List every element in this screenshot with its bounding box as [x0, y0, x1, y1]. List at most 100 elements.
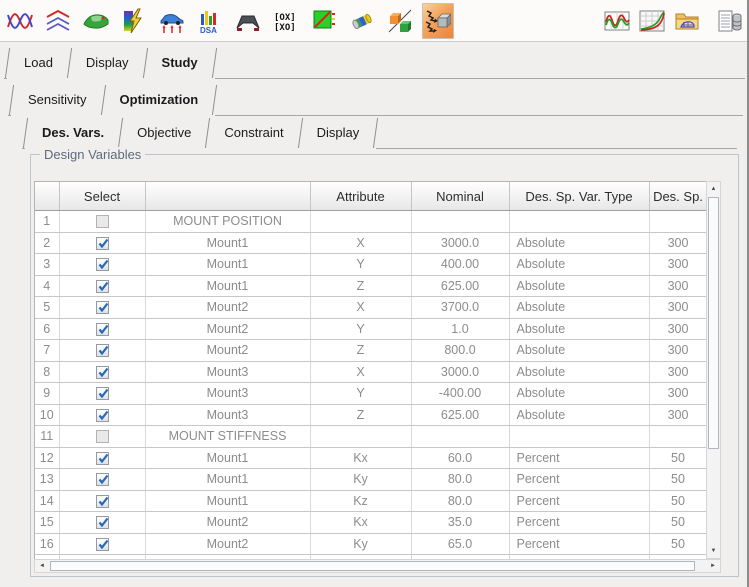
tool-link-cubes[interactable] [384, 3, 416, 39]
groupbox-title: Design Variables [40, 147, 145, 162]
nominal-cell [411, 426, 509, 448]
tab-objective[interactable]: Objective [121, 116, 207, 149]
select-checkbox[interactable] [96, 301, 109, 314]
tool-chevron-curves[interactable] [42, 3, 74, 39]
tab-constraint[interactable]: Constraint [208, 116, 299, 149]
row-number-cell: 4 [35, 275, 59, 297]
vertical-scrollbar[interactable]: ▲ ▼ [706, 181, 721, 559]
name-cell: Mount2 [145, 340, 310, 362]
select-checkbox[interactable] [96, 387, 109, 400]
name-cell: Mount2 [145, 512, 310, 534]
table-row: 5Mount2X3700.0Absolute300 [35, 297, 707, 319]
tool-wave-plot[interactable] [601, 3, 633, 39]
tool-spring-cube[interactable] [422, 3, 454, 39]
tab-display[interactable]: Display [301, 116, 376, 149]
cylinder-part-icon [349, 8, 375, 34]
select-checkbox[interactable] [96, 495, 109, 508]
tool-car-loads[interactable] [156, 3, 188, 39]
scroll-up-button[interactable]: ▲ [707, 182, 720, 196]
tab-optimization[interactable]: Optimization [104, 83, 215, 116]
tool-mount-bracket[interactable] [232, 3, 264, 39]
col-header-nominal: Nominal [411, 182, 509, 211]
table-row: 13Mount1Ky80.0Percent50 [35, 469, 707, 491]
dessp-cell: 300 [649, 404, 707, 426]
select-checkbox[interactable] [96, 473, 109, 486]
car-body-icon [83, 8, 109, 34]
row-number-cell: 1 [35, 211, 59, 233]
scroll-left-button[interactable]: ◄ [35, 560, 49, 572]
tool-car-body[interactable] [80, 3, 112, 39]
dessp-cell [649, 426, 707, 448]
mount-bracket-icon [235, 8, 261, 34]
dessp-cell: 300 [649, 318, 707, 340]
spring-cube-icon [425, 8, 451, 34]
toolbar-far-right-group [714, 3, 746, 39]
tool-results-folder[interactable] [671, 3, 703, 39]
power-lightning-icon [121, 8, 147, 34]
tool-dsa-bars[interactable]: DSA [194, 3, 226, 39]
tool-response-surface[interactable] [308, 3, 340, 39]
scroll-down-button[interactable]: ▼ [707, 544, 720, 558]
table-row: 11MOUNT STIFFNESS [35, 426, 707, 448]
horizontal-scroll-thumb[interactable] [50, 561, 695, 571]
oxxo-matrix-icon: [OX] [XO] [273, 8, 299, 34]
row-number-cell: 15 [35, 512, 59, 534]
tab-sensitivity[interactable]: Sensitivity [12, 83, 103, 116]
select-checkbox[interactable] [96, 516, 109, 529]
select-cell [59, 383, 145, 405]
toolbar-right-group [601, 3, 703, 39]
select-cell [59, 297, 145, 319]
select-cell [59, 318, 145, 340]
nominal-cell: 80.0 [411, 490, 509, 512]
tool-oxxo-matrix[interactable]: [OX] [XO] [270, 3, 302, 39]
horizontal-scrollbar[interactable]: ◄ ► [34, 559, 721, 573]
tab-row-tail [215, 46, 745, 79]
attribute-cell: Kx [310, 447, 411, 469]
tool-power-lightning[interactable] [118, 3, 150, 39]
name-cell: MOUNT POSITION [145, 211, 310, 233]
row-number-cell: 8 [35, 361, 59, 383]
select-checkbox[interactable] [96, 538, 109, 551]
col-header-attribute: Attribute [310, 182, 411, 211]
attribute-cell: Ky [310, 533, 411, 555]
select-cell [59, 447, 145, 469]
row-number-cell: 5 [35, 297, 59, 319]
vertical-scroll-thumb[interactable] [708, 197, 719, 449]
tab-display[interactable]: Display [70, 46, 145, 79]
tool-curve-compare[interactable] [4, 3, 36, 39]
select-checkbox[interactable] [96, 280, 109, 293]
name-cell: Mount1 [145, 232, 310, 254]
wave-plot-icon [604, 8, 630, 34]
row-number-cell: 13 [35, 469, 59, 491]
type-cell [509, 211, 649, 233]
response-surface-icon [311, 8, 337, 34]
tool-cylinder-part[interactable] [346, 3, 378, 39]
scroll-right-button[interactable]: ► [706, 560, 720, 572]
select-cell [59, 404, 145, 426]
col-header-des-sp-var-type: Des. Sp. Var. Type [509, 182, 649, 211]
name-cell: Mount1 [145, 254, 310, 276]
select-checkbox[interactable] [96, 452, 109, 465]
select-checkbox[interactable] [96, 323, 109, 336]
select-checkbox[interactable] [96, 237, 109, 250]
nominal-cell: 60.0 [411, 447, 509, 469]
table-row: 14Mount1Kz80.0Percent50 [35, 490, 707, 512]
row-number-cell: 2 [35, 232, 59, 254]
tab-load[interactable]: Load [8, 46, 69, 79]
select-cell [59, 490, 145, 512]
nominal-cell: 800.0 [411, 340, 509, 362]
select-checkbox[interactable] [96, 344, 109, 357]
tab-study[interactable]: Study [146, 46, 214, 79]
select-checkbox[interactable] [96, 366, 109, 379]
type-cell: Percent [509, 533, 649, 555]
tool-form-database[interactable] [714, 3, 746, 39]
select-cell [59, 232, 145, 254]
tab-row-tail [376, 116, 737, 149]
select-checkbox[interactable] [96, 409, 109, 422]
attribute-cell: Ky [310, 469, 411, 491]
design-variables-table: SelectAttributeNominalDes. Sp. Var. Type… [34, 181, 721, 573]
tool-history-plot[interactable] [636, 3, 668, 39]
tab-des-vars[interactable]: Des. Vars. [26, 116, 120, 149]
select-checkbox[interactable] [96, 258, 109, 271]
toolbar: DSA [OX] [XO] [0, 0, 749, 42]
